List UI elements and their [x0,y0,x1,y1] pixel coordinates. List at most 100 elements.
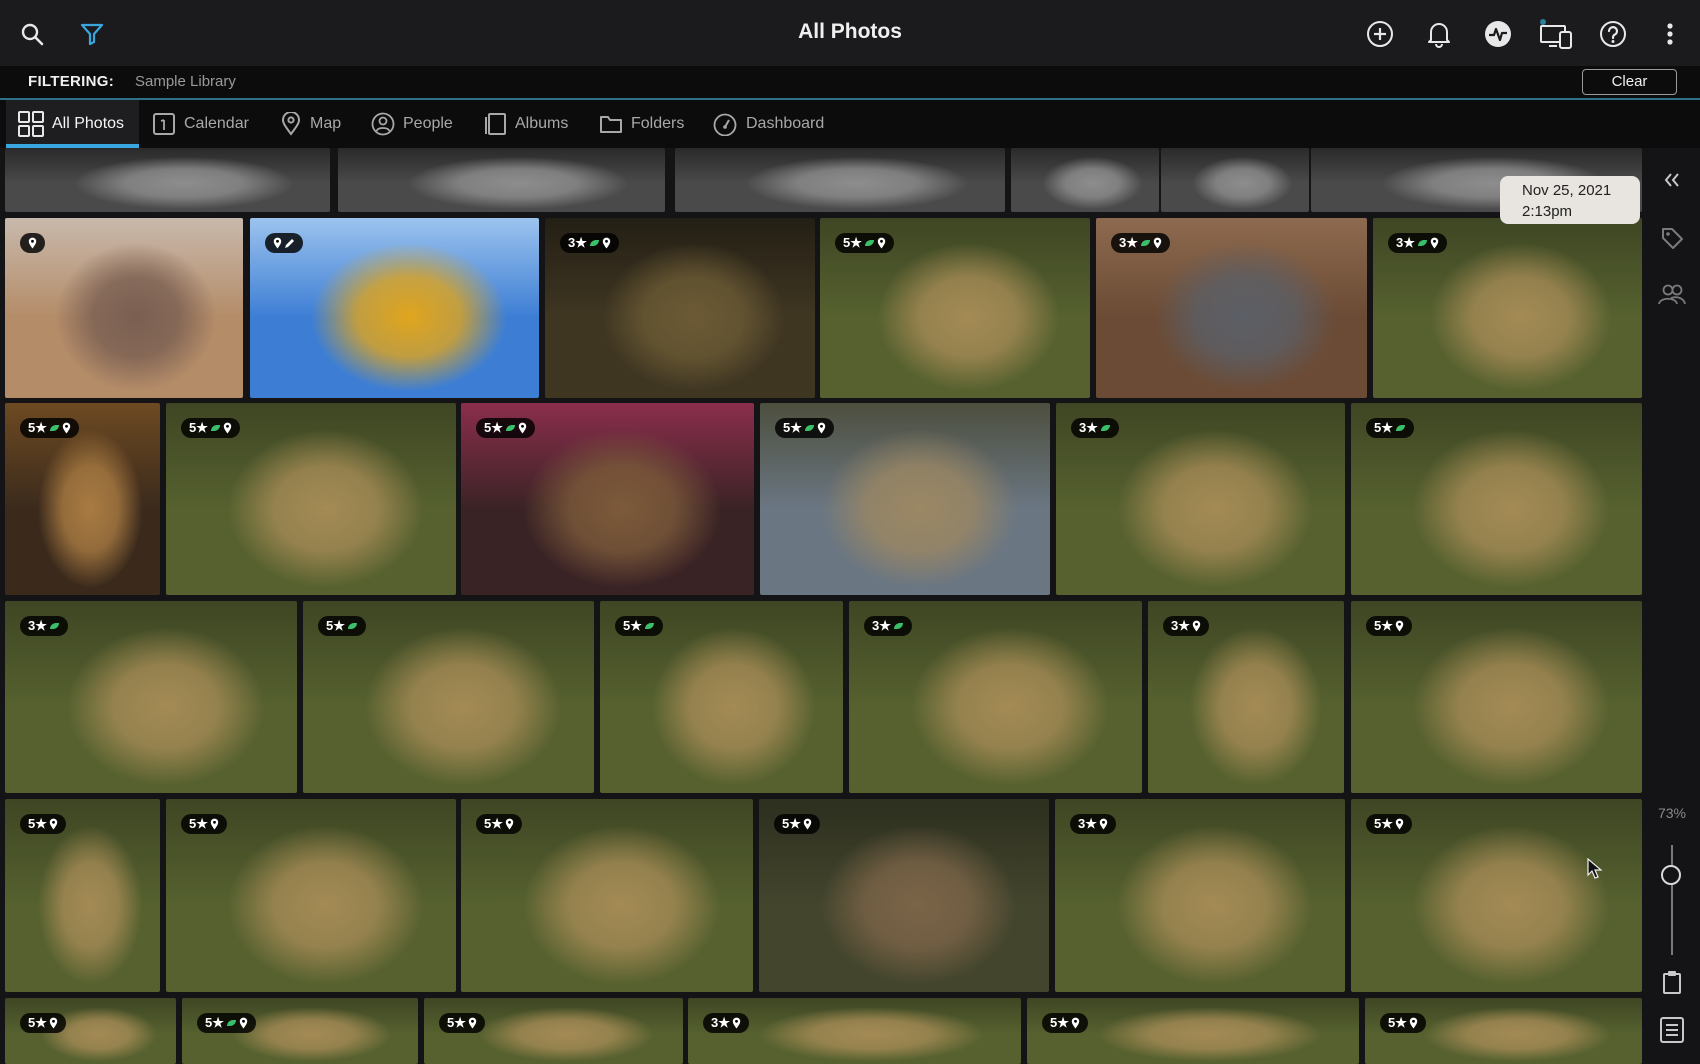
bell-icon[interactable] [1424,19,1454,49]
rating-text: 5★ [782,816,801,831]
photo-thumbnail[interactable]: 3★ [5,601,297,793]
location-pin-icon [1192,620,1201,632]
zoom-slider-track[interactable] [1671,845,1673,955]
view-tabs: All Photos Calendar Map People Albums Fo… [0,100,1700,148]
rating-badge: 5★ [20,418,79,438]
photo-thumbnail[interactable]: 3★ [1096,218,1367,398]
photo-thumbnail[interactable]: 3★ [1056,403,1345,595]
photo-thumbnail[interactable]: 5★ [1365,998,1642,1064]
location-pin-icon [239,1017,248,1029]
photo-thumbnail[interactable]: 5★ [1351,403,1642,595]
add-circle-icon[interactable] [1365,19,1395,49]
photo-thumbnail[interactable] [1011,148,1159,212]
tag-icon[interactable] [1658,224,1686,252]
photo-thumbnail[interactable] [1161,148,1309,212]
photo-thumbnail[interactable] [675,148,1005,212]
photo-thumbnail[interactable] [250,218,539,398]
rating-text: 5★ [623,618,642,633]
photo-thumbnail[interactable]: 5★ [5,799,160,992]
photo-thumbnail[interactable]: 3★ [1148,601,1344,793]
photo-thumbnail[interactable]: 5★ [1351,799,1642,992]
photo-thumbnail[interactable]: 5★ [820,218,1090,398]
photo-thumbnail[interactable]: 5★ [600,601,843,793]
rating-text: 5★ [28,420,47,435]
tab-albums[interactable]: Albums [485,100,568,148]
photo-thumbnail[interactable]: 5★ [1351,601,1642,793]
location-pin-icon [49,818,58,830]
top-bar: All Photos [0,0,1700,66]
photo-thumbnail[interactable]: 5★ [759,799,1049,992]
location-pin-icon [49,1017,58,1029]
tab-all-photos[interactable]: All Photos [6,100,139,148]
rating-badge: 3★ [20,616,68,636]
tab-folders[interactable]: Folders [599,100,684,148]
photo-thumbnail[interactable]: 5★ [166,403,456,595]
tab-map[interactable]: Map [280,100,341,148]
photo-thumbnail[interactable]: 5★ [166,799,456,992]
rating-badge: 3★ [1111,233,1170,253]
clear-filter-button[interactable]: Clear [1582,69,1677,95]
zoom-slider-handle[interactable] [1661,865,1681,885]
photo-thumbnail[interactable]: 3★ [688,998,1021,1064]
photo-thumbnail[interactable]: 3★ [1055,799,1345,992]
tooltip-date: Nov 25, 2021 [1522,182,1612,199]
photo-thumbnail[interactable] [338,148,665,212]
location-pin-icon [1153,237,1162,249]
location-pin-icon [817,422,826,434]
tab-calendar[interactable]: Calendar [152,100,249,148]
rating-text: 3★ [568,235,587,250]
help-icon[interactable] [1598,19,1628,49]
rating-badge: 5★ [1380,1013,1426,1033]
photo-thumbnail[interactable]: 5★ [5,998,176,1064]
activity-icon[interactable] [1482,18,1514,50]
rating-text: 5★ [326,618,345,633]
more-vertical-icon[interactable] [1660,19,1680,49]
photo-thumbnail[interactable]: 5★ [461,799,753,992]
photo-thumbnail[interactable] [5,218,243,398]
devices-icon[interactable] [1538,17,1574,51]
photo-thumbnail[interactable]: 5★ [424,998,683,1064]
rating-text: 3★ [1079,420,1098,435]
photo-thumbnail[interactable]: 5★ [760,403,1050,595]
rating-text: 5★ [1374,618,1393,633]
people-group-icon[interactable] [1656,280,1688,308]
leaf-icon [864,240,874,246]
calendar-icon [153,113,175,135]
photo-thumbnail[interactable] [5,148,330,212]
photo-thumbnail[interactable]: 5★ [1027,998,1359,1064]
location-pin-icon [602,237,611,249]
tab-dashboard[interactable]: Dashboard [712,100,824,148]
location-pin-icon [1395,818,1404,830]
photo-thumbnail[interactable]: 5★ [461,403,754,595]
photo-thumbnail[interactable]: 5★ [182,998,418,1064]
rating-badge: 3★ [1071,418,1119,438]
leaf-icon [1140,240,1150,246]
rating-badge: 5★ [318,616,366,636]
filter-value[interactable]: Sample Library [135,73,236,90]
leaf-icon [1395,425,1405,431]
collapse-icon[interactable] [1660,168,1684,192]
photo-thumbnail[interactable]: 5★ [303,601,594,793]
leaf-icon [1417,240,1427,246]
rating-badge: 5★ [197,1013,256,1033]
photo-thumbnail[interactable]: 3★ [545,218,815,398]
mouse-cursor-icon [1587,857,1603,885]
leaf-icon [804,425,814,431]
photo-thumbnail[interactable]: 3★ [849,601,1142,793]
photo-grid[interactable]: 3★ 5★ 3★ 3★ 5★ 5★ 5★ 5★ 3★ 5★ 3★ 5★ 5★ 3★ 3★ 5★ 5★ 5★ 5★ 5★… [0,148,1644,1064]
folder-icon [600,116,622,133]
tab-people[interactable]: People [371,100,453,148]
location-pin-icon [803,818,812,830]
rating-text: 5★ [1050,1015,1069,1030]
leaf-icon [226,1020,236,1026]
photo-thumbnail[interactable]: 3★ [1373,218,1642,398]
clipboard-icon[interactable] [1660,968,1684,996]
grid-icon [18,111,44,137]
filter-bar: FILTERING: Sample Library Clear [0,66,1700,100]
photo-thumbnail[interactable]: 5★ [5,403,160,595]
rating-badge: 3★ [864,616,912,636]
rating-badge: 5★ [1366,616,1412,636]
list-icon[interactable] [1659,1016,1685,1044]
location-pin-icon [505,818,514,830]
rating-text: 5★ [447,1015,466,1030]
